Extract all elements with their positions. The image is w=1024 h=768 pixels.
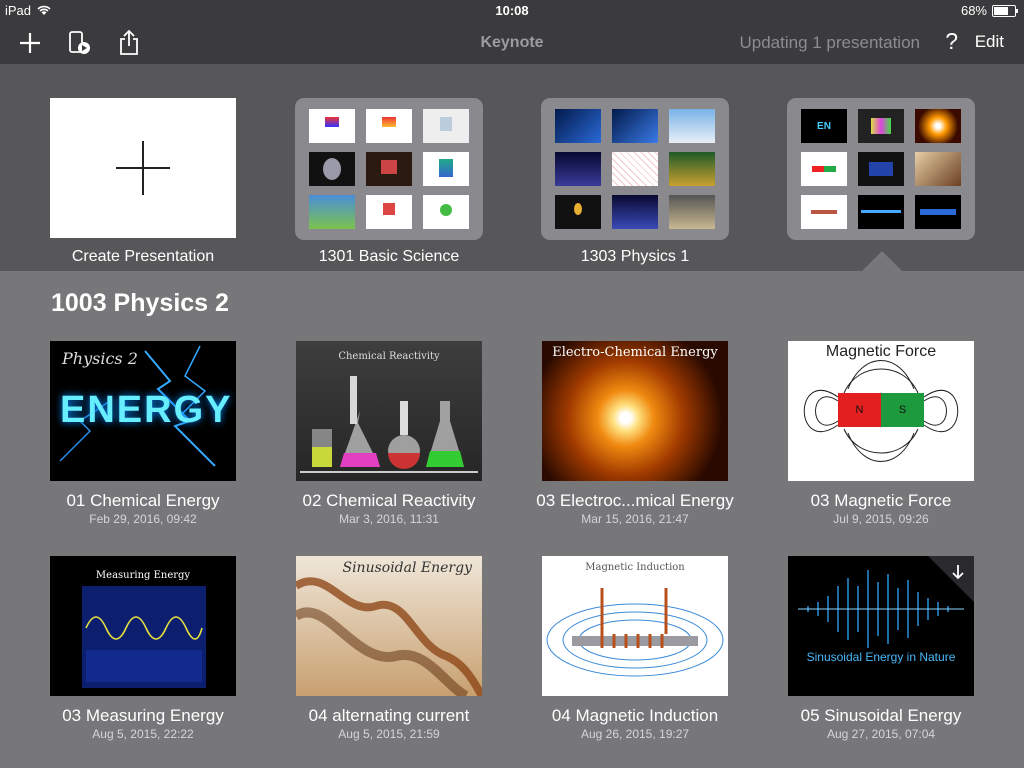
mini-thumb: [858, 152, 904, 186]
thumb-title: Sinusoidal Energy: [342, 560, 472, 576]
document-name[interactable]: 02 Chemical Reactivity: [269, 491, 509, 511]
thumb-title: Magnetic Force: [825, 343, 937, 360]
mini-thumb: [612, 195, 658, 229]
folder-name-basic-science: 1301 Basic Science: [318, 248, 460, 265]
magnet-south: S: [881, 393, 924, 427]
folders-strip: Create Presentation 1301 Basic Science 1…: [0, 64, 1024, 271]
folder-name-physics-1: 1303 Physics 1: [580, 248, 690, 265]
updating-status: Updating 1 presentation: [739, 33, 920, 52]
document-name[interactable]: 03 Magnetic Force: [761, 491, 1001, 511]
mini-thumb: [612, 109, 658, 143]
mini-thumb: EN: [801, 109, 847, 143]
mini-thumb: [801, 195, 847, 229]
mini-thumb: [309, 195, 355, 229]
wave-sculpture-graphic: [296, 577, 482, 696]
presentation-thumbnail[interactable]: Sinusoidal Energy in Nature: [788, 556, 974, 696]
mini-thumb: [669, 195, 715, 229]
folder-basic-science[interactable]: [295, 98, 483, 240]
coil-graphic: [546, 588, 724, 677]
mini-thumb: [366, 195, 412, 229]
presentation-thumbnail[interactable]: Sinusoidal Energy: [296, 556, 482, 696]
document-date: Aug 5, 2015, 21:59: [338, 727, 440, 741]
mini-thumb: [669, 109, 715, 143]
document-date: Mar 15, 2016, 21:47: [581, 512, 689, 526]
folder-physics-1[interactable]: [541, 98, 729, 240]
thumb-title: Chemical Reactivity: [338, 351, 440, 362]
presentation-thumbnail[interactable]: Electro-Chemical Energy: [542, 341, 728, 481]
mini-thumb: [915, 152, 961, 186]
document-name[interactable]: 03 Electroc...mical Energy: [515, 491, 755, 511]
document-name[interactable]: 03 Measuring Energy: [23, 706, 263, 726]
document-name[interactable]: 05 Sinusoidal Energy: [761, 706, 1001, 726]
thumb-title: Measuring Energy: [95, 570, 191, 581]
document-date: Aug 26, 2015, 19:27: [580, 727, 690, 741]
thumb-title: Physics 2: [62, 349, 138, 368]
presentation-thumbnail[interactable]: Physics 2 ENERGY: [50, 341, 236, 481]
open-folder-pointer: [862, 251, 902, 271]
presentation-thumbnail[interactable]: Magnetic Force N S: [788, 341, 974, 481]
document-date: Mar 3, 2016, 11:31: [339, 512, 439, 526]
document-name[interactable]: 04 alternating current: [269, 706, 509, 726]
mini-thumb: [915, 109, 961, 143]
document-date: Feb 29, 2016, 09:42: [89, 512, 197, 526]
mini-thumb: [858, 195, 904, 229]
battery-icon: [992, 4, 1018, 17]
mini-thumb: [801, 152, 847, 186]
mini-thumb: [555, 152, 601, 186]
thumb-title: Magnetic Induction: [585, 562, 685, 573]
document-name[interactable]: 04 Magnetic Induction: [515, 706, 755, 726]
flasks-graphic: [300, 376, 478, 473]
mini-thumb: [366, 152, 412, 186]
create-presentation-button[interactable]: [50, 98, 236, 238]
mini-thumb: [555, 109, 601, 143]
clock: 10:08: [495, 3, 529, 18]
mini-thumb: [423, 152, 469, 186]
mini-thumb: [423, 195, 469, 229]
toolbar: Keynote Updating 1 presentation ? Edit: [0, 22, 1024, 64]
document-date: Aug 27, 2015, 07:04: [826, 727, 936, 741]
mini-thumb: [366, 109, 412, 143]
edit-button[interactable]: Edit: [975, 32, 1004, 52]
document-date: Aug 5, 2015, 22:22: [92, 727, 194, 741]
presentation-thumbnail[interactable]: Chemical Reactivity: [296, 341, 482, 481]
mini-thumb: [309, 109, 355, 143]
presentation-thumbnail[interactable]: Magnetic Induction: [542, 556, 728, 696]
thumb-title: Electro-Chemical Energy: [552, 345, 718, 360]
presentation-thumbnail[interactable]: Measuring Energy: [50, 556, 236, 696]
mini-thumb: [669, 152, 715, 186]
mini-thumb: [309, 152, 355, 186]
thumb-energy-text: ENERGY: [60, 389, 233, 431]
sound-wave-graphic: [798, 556, 974, 648]
mini-thumb: [612, 152, 658, 186]
magnet-north: N: [838, 393, 881, 427]
mini-thumb: [858, 109, 904, 143]
status-bar: iPad 10:08 68%: [0, 0, 1024, 22]
help-button[interactable]: ?: [945, 28, 958, 55]
document-date: Jul 9, 2015, 09:26: [833, 512, 929, 526]
mini-thumb: [423, 109, 469, 143]
folder-physics-2-open[interactable]: EN: [787, 98, 975, 240]
document-name[interactable]: 01 Chemical Energy: [23, 491, 263, 511]
mini-thumb: [555, 195, 601, 229]
folder-name-create: Create Presentation: [71, 248, 215, 265]
battery-percent: 68%: [960, 3, 987, 18]
thumb-title: Sinusoidal Energy in Nature: [806, 650, 956, 664]
folder-title: 1003 Physics 2: [51, 289, 229, 317]
mini-thumb: [915, 195, 961, 229]
